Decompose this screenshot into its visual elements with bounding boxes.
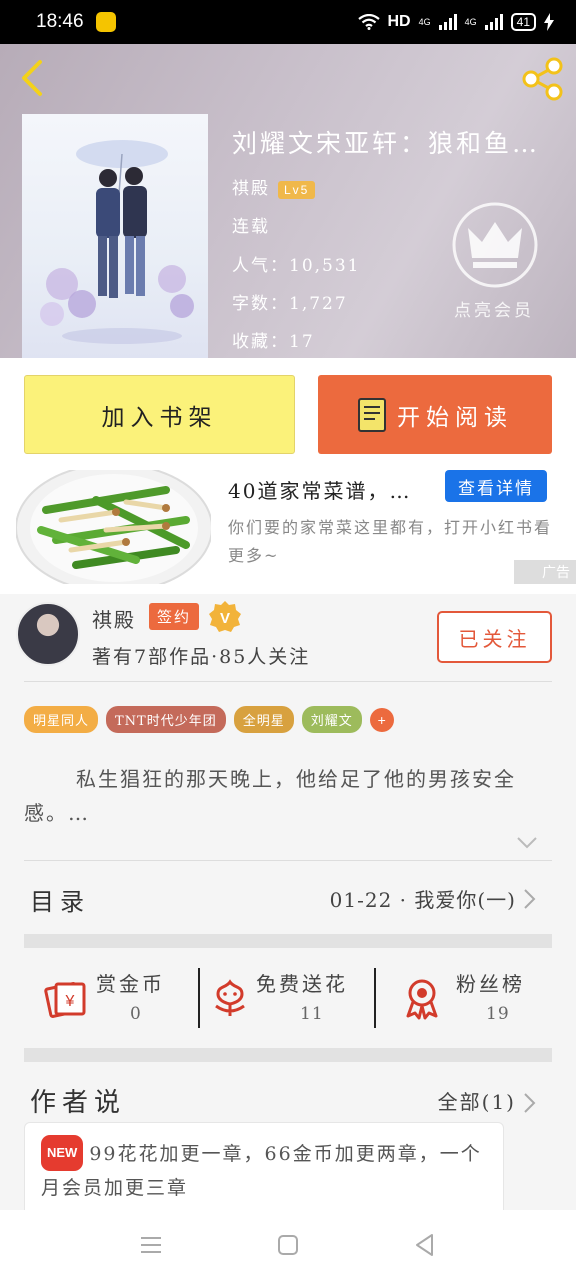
- add-to-shelf-button[interactable]: 加入书架: [24, 375, 295, 454]
- author-name[interactable]: 祺殿: [92, 604, 136, 633]
- book-popularity: 人气：10,531: [232, 256, 361, 276]
- charging-icon: [544, 13, 554, 31]
- author-note-card[interactable]: NEW 99花花加更一章，66金币加更两章，一个月会员加更三章: [24, 1122, 504, 1218]
- chevron-right-icon: [524, 889, 536, 909]
- back-arrow-icon[interactable]: [14, 58, 54, 98]
- book-favorites: 收藏：17: [232, 332, 315, 352]
- gift-bar: ¥ 赏金币 0 免费送花 11 粉丝榜 19: [0, 950, 576, 1048]
- book-icon: [358, 397, 386, 432]
- ad-description: 你们要的家常菜这里都有，打开小红书看更多~: [228, 518, 553, 565]
- ad-banner[interactable]: 40道家常菜谱，… 查看详情 你们要的家常菜这里都有，打开小红书看更多~ 广告: [0, 470, 576, 594]
- gift-coin[interactable]: ¥ 赏金币 0: [0, 950, 200, 1048]
- gift-flower-label: 免费送花: [256, 972, 348, 996]
- verified-v-letter: V: [220, 610, 230, 627]
- gift-coin-count: 0: [130, 1004, 142, 1024]
- status-time: 18:46: [36, 11, 84, 32]
- gift-rank-count: 19: [486, 1004, 510, 1024]
- author-says-title: 作者说: [30, 1088, 127, 1118]
- vip-label[interactable]: 点亮会员: [444, 296, 544, 321]
- back-triangle-icon[interactable]: [412, 1232, 438, 1258]
- ad-image[interactable]: [16, 470, 211, 584]
- battery-icon: 41: [510, 13, 536, 31]
- status-indicators: HD 4G 4G 41: [357, 13, 554, 31]
- tag-item[interactable]: 明星同人: [24, 706, 99, 733]
- ad-title[interactable]: 40道家常菜谱，…: [228, 475, 428, 504]
- menu-icon[interactable]: [138, 1232, 164, 1258]
- author-says-header: 作者说 全部(1): [0, 1078, 576, 1122]
- tag-item[interactable]: 全明星: [233, 706, 294, 733]
- divider: [24, 681, 552, 682]
- book-cover[interactable]: [22, 114, 208, 358]
- book-status: 连载: [232, 217, 270, 237]
- signal-label-1: 4G: [418, 17, 431, 27]
- book-title: 刘耀文宋亚轩：狼和鱼…: [232, 129, 541, 158]
- share-icon[interactable]: [520, 56, 566, 102]
- start-reading-button[interactable]: 开始阅读: [318, 375, 552, 454]
- status-bar: 18:46 HD 4G 4G 41: [0, 0, 576, 44]
- signed-badge: 签约: [149, 603, 200, 630]
- app-notification-icon: [95, 12, 116, 32]
- author-stats: 著有7部作品·85人关注: [92, 646, 311, 668]
- more-tags-button[interactable]: +: [369, 707, 394, 732]
- book-header: 刘耀文宋亚轩：狼和鱼… 祺殿 Lv5 连载 人气：10,531 字数：1,727 …: [0, 44, 576, 358]
- tag-list: 明星同人 TNT时代少年团 全明星 刘耀文 +: [24, 706, 394, 733]
- gift-flower[interactable]: 免费送花 11: [192, 950, 384, 1048]
- follow-button[interactable]: 已关注: [437, 611, 552, 663]
- signal-bars-icon-2: [484, 14, 503, 30]
- avatar[interactable]: [16, 602, 80, 666]
- ad-label: 广告: [514, 560, 576, 584]
- signal-bars-icon: [438, 14, 457, 30]
- coin-envelope-icon: ¥: [44, 982, 86, 1018]
- catalog-row[interactable]: 目录 01-22 · 我爱你(一): [0, 862, 576, 934]
- tag-item[interactable]: TNT时代少年团: [106, 706, 226, 733]
- vip-crown-icon[interactable]: [450, 200, 540, 290]
- book-cover-illustration: [40, 140, 194, 344]
- section-separator: [24, 1048, 552, 1062]
- wifi-icon: [357, 14, 380, 30]
- svg-text:¥: ¥: [65, 993, 75, 1010]
- book-author[interactable]: 祺殿: [232, 179, 270, 199]
- network-type: HD: [387, 13, 411, 30]
- chevron-down-icon[interactable]: [516, 836, 538, 850]
- action-bar: 加入书架 开始阅读: [0, 358, 576, 470]
- gift-coin-label: 赏金币: [96, 972, 165, 996]
- verified-v-icon: V: [209, 601, 241, 632]
- system-navigation-bar: [0, 1210, 576, 1280]
- chevron-right-icon[interactable]: [522, 1092, 536, 1114]
- medal-icon: [406, 979, 438, 1020]
- flower-icon: [215, 979, 245, 1016]
- book-synopsis[interactable]: 私生猖狂的那天晚上，他给足了他的男孩安全感。…: [24, 762, 552, 830]
- gift-rank-label: 粉丝榜: [456, 972, 525, 996]
- new-badge: NEW: [41, 1135, 84, 1171]
- home-icon[interactable]: [275, 1232, 301, 1258]
- book-author-line: 祺殿 Lv5: [232, 174, 316, 199]
- latest-chapter[interactable]: 01-22 · 我爱你(一): [330, 884, 516, 913]
- author-says-all-link[interactable]: 全部(1): [438, 1086, 516, 1115]
- author-level-badge: Lv5: [278, 180, 316, 199]
- gift-flower-count: 11: [300, 1004, 324, 1024]
- ad-details-button[interactable]: 查看详情: [445, 470, 547, 502]
- start-reading-label: 开始阅读: [397, 404, 513, 431]
- book-word-count: 字数：1,727: [232, 294, 348, 314]
- tag-item[interactable]: 刘耀文: [301, 706, 362, 733]
- ad-dish-illustration: [16, 470, 211, 584]
- signal-label-2: 4G: [464, 17, 477, 27]
- divider: [24, 860, 552, 861]
- section-separator: [24, 934, 552, 948]
- author-note-text: 99花花加更一章，66金币加更两章，一个月会员加更三章: [41, 1143, 482, 1199]
- catalog-label: 目录: [30, 888, 90, 916]
- gift-fans-rank[interactable]: 粉丝榜 19: [384, 950, 576, 1048]
- gift-separator: [374, 968, 376, 1028]
- author-card: 祺殿 签约 V 著有7部作品·85人关注 已关注: [0, 594, 576, 680]
